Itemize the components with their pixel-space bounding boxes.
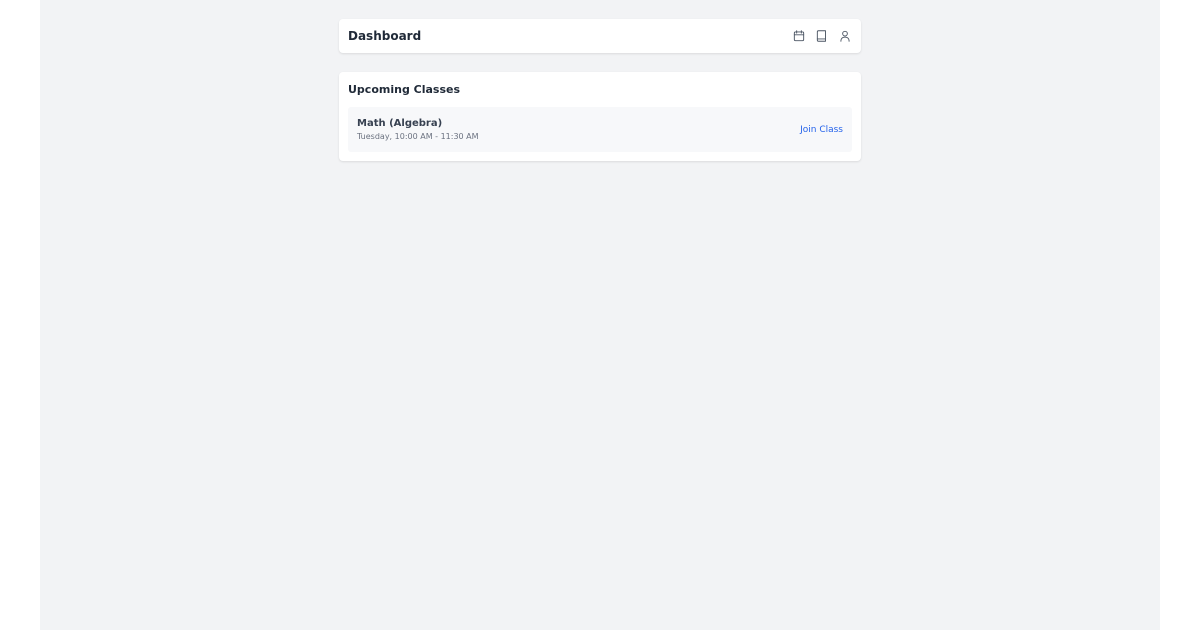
header-icon-group <box>792 29 852 43</box>
class-name: Math (Algebra) <box>357 117 443 129</box>
section-title: Upcoming Classes <box>348 83 461 96</box>
user-icon[interactable] <box>838 29 852 43</box>
join-class-link[interactable]: Join Class <box>800 125 843 135</box>
page-title: Dashboard <box>348 29 422 43</box>
app-background: Dashboard Upcoming Classes Math (Algebra… <box>40 0 1160 630</box>
book-icon[interactable] <box>815 29 829 43</box>
header-bar: Dashboard <box>339 19 861 53</box>
class-info: Math (Algebra) Tuesday, 10:00 AM - 11:30… <box>357 117 479 143</box>
class-list-item: Math (Algebra) Tuesday, 10:00 AM - 11:30… <box>348 107 852 152</box>
upcoming-classes-card: Upcoming Classes Math (Algebra) Tuesday,… <box>339 72 861 161</box>
calendar-icon[interactable] <box>792 29 806 43</box>
class-time: Tuesday, 10:00 AM - 11:30 AM <box>357 131 479 141</box>
